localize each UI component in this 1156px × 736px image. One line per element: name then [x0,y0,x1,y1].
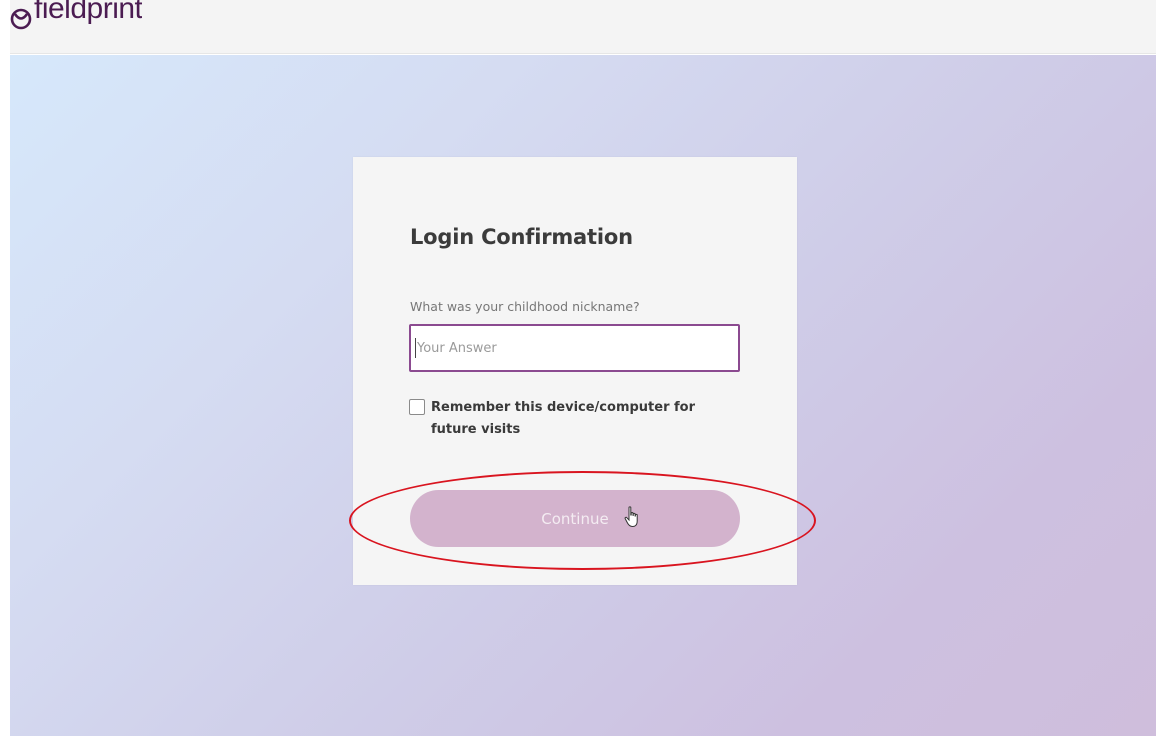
fieldprint-logo-icon [10,8,32,30]
page: fieldprint Login Confirmation What was y… [0,0,1156,736]
logo-text: fieldprint [34,0,143,25]
security-question-label: What was your childhood nickname? [410,299,640,314]
top-header-bar [10,0,1156,54]
remember-device-label[interactable]: Remember this device/computer for future… [431,397,731,441]
login-confirmation-card: Login Confirmation What was your childho… [353,157,797,585]
remember-device-checkbox[interactable] [409,399,425,415]
hand-pointer-cursor-icon [624,506,638,528]
text-caret [415,338,416,358]
fieldprint-logo[interactable]: fieldprint [10,0,142,34]
continue-button[interactable]: Continue [410,490,740,547]
security-answer-input[interactable] [409,324,740,372]
page-title: Login Confirmation [410,225,633,249]
